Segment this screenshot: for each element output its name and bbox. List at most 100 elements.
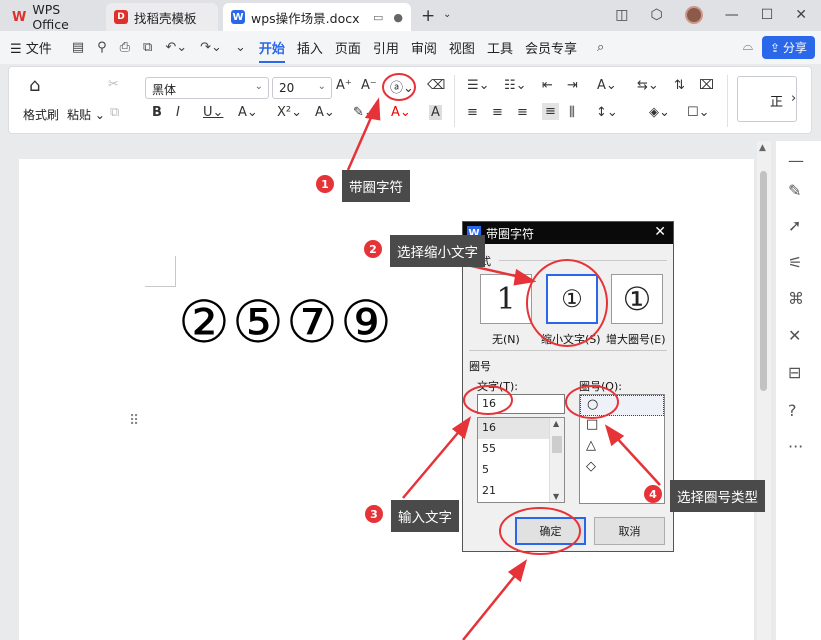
scrollbar-thumb[interactable]: [552, 436, 562, 453]
format-painter-button[interactable]: 格式刷: [23, 106, 59, 123]
font-color-icon[interactable]: A⌄: [391, 105, 411, 120]
underline-icon[interactable]: U⌄: [203, 105, 223, 120]
tools-icon[interactable]: ✕: [788, 326, 801, 345]
text-input[interactable]: 16: [477, 394, 565, 414]
book-icon[interactable]: ⊟: [788, 363, 801, 382]
sort-icon[interactable]: ⇅: [674, 78, 685, 93]
maximize-icon[interactable]: ☐: [761, 7, 774, 23]
drag-handle-icon[interactable]: ⠿: [129, 413, 139, 429]
menu-member[interactable]: 会员专享: [525, 38, 577, 57]
strikethrough-icon[interactable]: A⌄: [238, 105, 258, 120]
increase-indent-icon[interactable]: ⇥: [567, 78, 578, 93]
vertical-scrollbar[interactable]: ▲: [757, 141, 771, 640]
bold-icon[interactable]: B: [152, 105, 162, 120]
justify-icon[interactable]: ≡: [542, 103, 559, 120]
help-icon[interactable]: ?: [788, 401, 797, 420]
menu-home[interactable]: 开始: [258, 38, 285, 63]
shading-icon[interactable]: ◈⌄: [649, 105, 670, 120]
search-icon[interactable]: ⌕: [597, 40, 604, 55]
numbering-icon[interactable]: ☷⌄: [504, 78, 527, 93]
copy-icon[interactable]: ⧉: [110, 105, 119, 120]
show-marks-icon[interactable]: ⌧: [699, 78, 714, 93]
cursor-icon[interactable]: ➚: [788, 216, 801, 235]
superscript-icon[interactable]: X²⌄: [277, 105, 302, 120]
save-icon[interactable]: ▤: [72, 40, 84, 55]
align-center-icon[interactable]: ≡: [492, 105, 503, 120]
decrease-font-icon[interactable]: A⁻: [361, 78, 377, 93]
monitor-icon[interactable]: ▭: [373, 11, 383, 24]
more-icon[interactable]: ···: [788, 437, 803, 456]
style-gallery[interactable]: 正: [737, 76, 797, 122]
bullets-icon[interactable]: ☰⌄: [467, 78, 490, 93]
style-option-none[interactable]: 1: [480, 274, 532, 324]
enclosed-char-icon[interactable]: ⓐ⌄: [390, 77, 414, 96]
ok-button[interactable]: 确定: [515, 517, 586, 545]
align-left-icon[interactable]: ≡: [467, 105, 478, 120]
distribute-icon[interactable]: ⫼: [569, 105, 575, 120]
cancel-button[interactable]: 取消: [594, 517, 665, 545]
close-icon[interactable]: ✕: [654, 224, 666, 240]
list-scrollbar[interactable]: ▲ ▼: [549, 418, 564, 502]
clear-format-icon[interactable]: ⌫: [427, 78, 445, 93]
share-button[interactable]: ⇪ 分享: [762, 36, 815, 59]
border-icon[interactable]: ☐⌄: [687, 105, 710, 120]
chat-icon[interactable]: ⌓: [743, 39, 753, 54]
style-option-enlarge[interactable]: ①: [611, 274, 663, 324]
redo-icon[interactable]: ↷⌄: [200, 40, 222, 55]
close-icon[interactable]: ✕: [795, 7, 807, 23]
tab-document[interactable]: W wps操作场景.docx ▭ ●: [223, 3, 411, 31]
scroll-up-icon[interactable]: ▲: [759, 143, 766, 153]
text-listbox[interactable]: 16 55 5 21 ▲ ▼: [477, 417, 565, 503]
file-menu[interactable]: ☰ 文件: [10, 38, 52, 57]
pen-icon[interactable]: ✎: [788, 181, 801, 200]
scroll-down-icon[interactable]: ▼: [553, 492, 559, 501]
menu-view[interactable]: 视图: [449, 38, 475, 57]
decrease-indent-icon[interactable]: ⇤: [542, 78, 553, 93]
scroll-up-icon[interactable]: ▲: [553, 419, 559, 428]
increase-font-icon[interactable]: A⁺: [336, 78, 352, 93]
menu-review[interactable]: 审阅: [411, 38, 437, 57]
shape-circle[interactable]: ○: [580, 395, 664, 416]
minimize-icon[interactable]: —: [725, 7, 739, 23]
text-direction-icon[interactable]: ⇆⌄: [637, 78, 659, 93]
format-painter-icon[interactable]: ⌂: [29, 75, 40, 96]
link-icon[interactable]: ⚲: [97, 40, 107, 55]
print-icon[interactable]: ⎙: [120, 40, 130, 55]
char-shading-icon[interactable]: A: [429, 105, 442, 120]
tab-templates[interactable]: D 找稻壳模板: [106, 3, 218, 31]
unsaved-dot-icon[interactable]: ●: [393, 11, 403, 24]
font-size-select[interactable]: 20 ⌄: [272, 77, 332, 99]
undo-icon[interactable]: ↶⌄: [165, 40, 187, 55]
more-chevron-icon[interactable]: ⌄: [235, 40, 246, 55]
menu-reference[interactable]: 引用: [373, 38, 399, 57]
circled-characters[interactable]: ②⑤⑦⑨: [178, 288, 394, 356]
shape-triangle[interactable]: △: [580, 437, 664, 458]
style-option-shrink[interactable]: ①: [546, 274, 598, 324]
layout-icon[interactable]: ◫: [615, 7, 628, 23]
scissors-icon[interactable]: ✂: [108, 77, 119, 92]
new-tab-plus-icon[interactable]: +: [421, 6, 435, 26]
avatar[interactable]: [684, 6, 703, 24]
paste-button[interactable]: 粘贴 ⌄: [67, 106, 105, 123]
scrollbar-thumb[interactable]: [760, 171, 767, 391]
minus-icon[interactable]: —: [788, 151, 804, 170]
line-spacing-icon[interactable]: ↕⌄: [596, 105, 618, 120]
shape-square[interactable]: □: [580, 416, 664, 437]
italic-icon[interactable]: I: [176, 105, 180, 120]
menu-tools[interactable]: 工具: [487, 38, 513, 57]
align-right-icon[interactable]: ≡: [517, 105, 528, 120]
sliders-icon[interactable]: ⚟: [788, 253, 802, 272]
chinese-layout-icon[interactable]: A⌄: [597, 78, 617, 93]
chevron-down-icon[interactable]: ⌄: [443, 9, 451, 20]
shape-diamond[interactable]: ◇: [580, 458, 664, 479]
text-effect-icon[interactable]: A⌄: [315, 105, 335, 120]
gamepad-icon[interactable]: ⌘: [788, 289, 804, 308]
cube-icon[interactable]: ⬡: [650, 7, 662, 23]
highlight-icon[interactable]: ✎⌄: [353, 105, 375, 120]
preview-icon[interactable]: ⧉: [143, 40, 152, 55]
font-name-select[interactable]: 黑体 ⌄: [145, 77, 269, 99]
menu-page[interactable]: 页面: [335, 38, 361, 57]
chevron-right-icon[interactable]: ›: [791, 91, 796, 106]
tab-wps-office[interactable]: W WPS Office: [4, 2, 102, 32]
menu-insert[interactable]: 插入: [297, 38, 323, 57]
